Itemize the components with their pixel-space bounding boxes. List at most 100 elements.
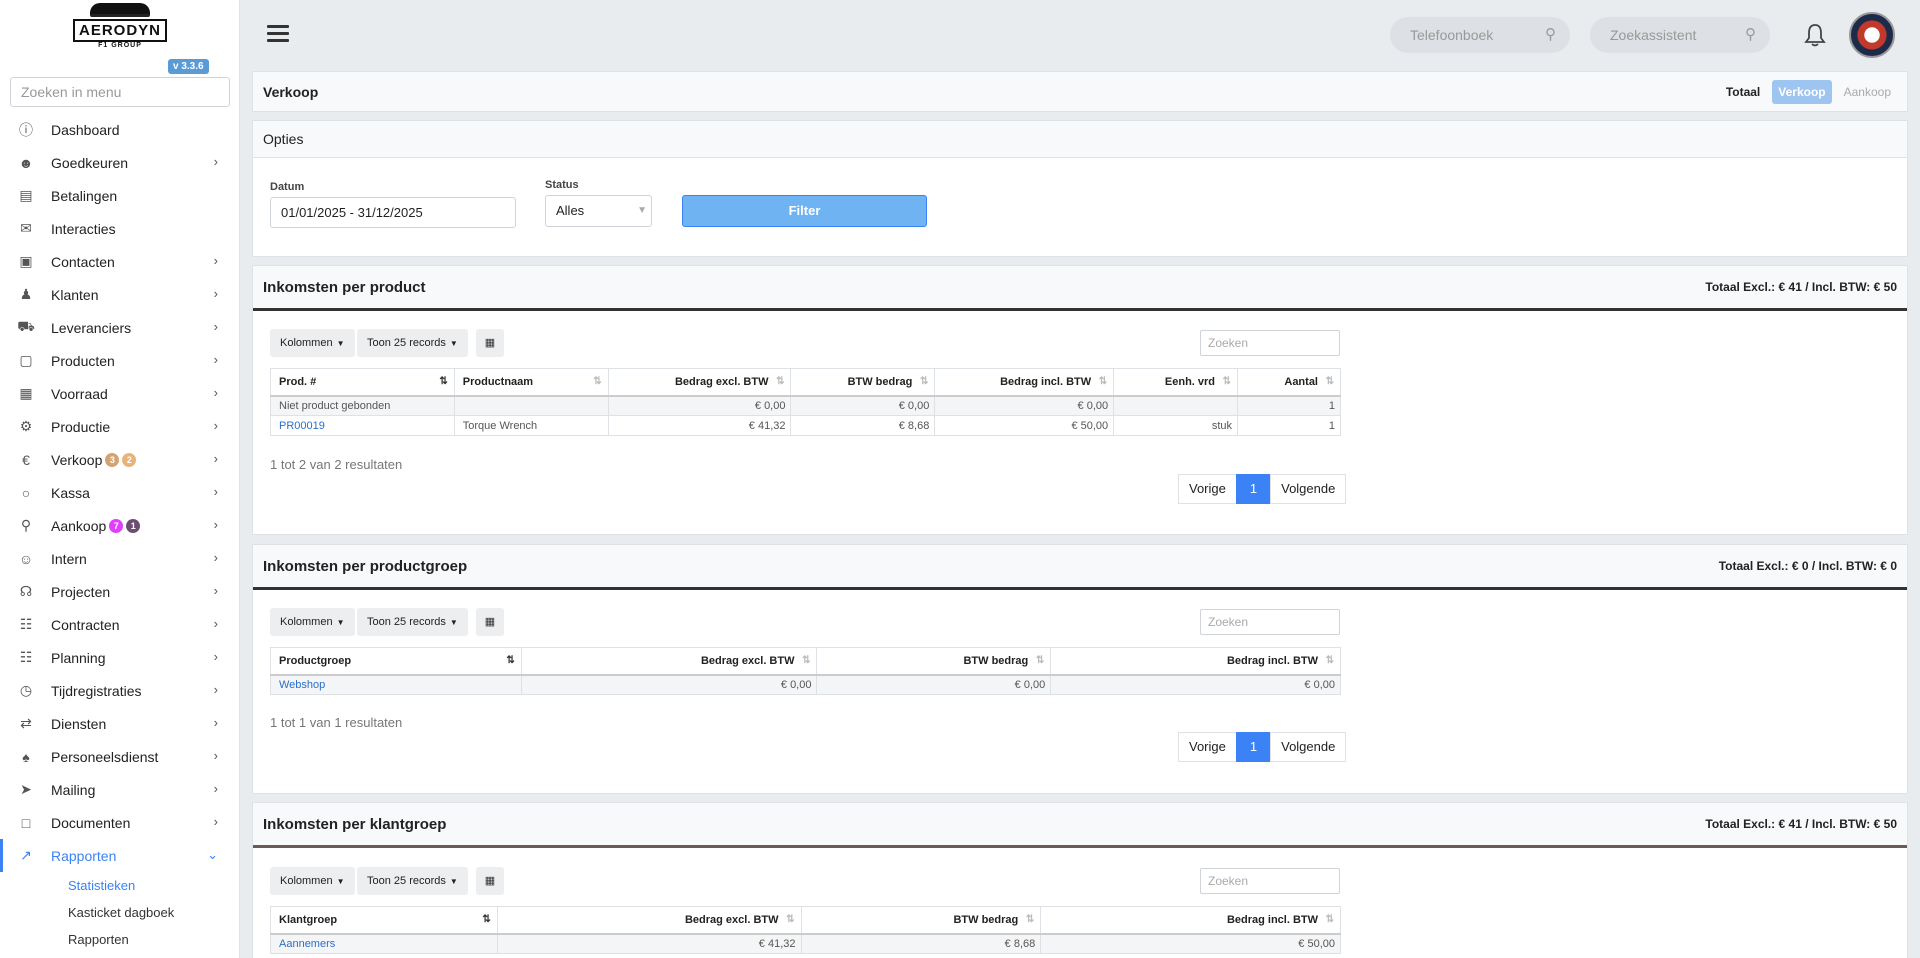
- col-header[interactable]: BTW bedrag ⇅: [790, 368, 936, 397]
- table-search-input[interactable]: Zoeken: [1200, 868, 1340, 894]
- user-avatar[interactable]: [1849, 12, 1895, 58]
- excel-export-icon[interactable]: ▦: [476, 329, 504, 357]
- tab-purchase[interactable]: Aankoop: [1838, 80, 1897, 104]
- page-1-button[interactable]: 1: [1235, 732, 1272, 762]
- euro-icon: €: [22, 451, 30, 468]
- sidebar-item-mailing[interactable]: ➤ Mailing ›: [0, 773, 239, 806]
- search-icon: ⚲: [1745, 26, 1756, 43]
- tab-sales[interactable]: Verkoop: [1772, 79, 1832, 104]
- chart-line-icon: ↗: [20, 847, 32, 863]
- col-header[interactable]: Bedrag excl. BTW ⇅: [520, 647, 818, 676]
- productgroup-link[interactable]: Webshop: [270, 674, 522, 695]
- sidebar-subitem[interactable]: Rapporten: [0, 926, 239, 953]
- col-header[interactable]: Aantal ⇅: [1237, 368, 1341, 397]
- bell-icon[interactable]: [1804, 23, 1826, 47]
- sidebar-item-klanten[interactable]: ♟ Klanten ›: [0, 278, 239, 311]
- sidebar-item-dashboard[interactable]: ⓘ Dashboard: [0, 113, 239, 146]
- sidebar-item-voorraad[interactable]: ▦ Voorraad ›: [0, 377, 239, 410]
- status-select[interactable]: Alles ▼: [545, 195, 652, 227]
- cell: € 8,68: [790, 415, 936, 436]
- sidebar-subitem[interactable]: Kasticket dagboek: [0, 899, 239, 926]
- table-search-input[interactable]: Zoeken: [1200, 330, 1340, 356]
- prev-page-button[interactable]: Vorige: [1178, 732, 1237, 762]
- chevron-right-icon: ›: [213, 418, 218, 433]
- results-count: 1 tot 2 van 2 resultaten: [270, 457, 403, 472]
- status-value: Alles: [556, 203, 585, 218]
- filter-button[interactable]: Filter: [682, 195, 927, 227]
- sidebar-item-intern[interactable]: ☺ Intern ›: [0, 542, 239, 575]
- prev-page-button[interactable]: Vorige: [1178, 474, 1237, 504]
- cell: € 50,00: [1040, 933, 1341, 954]
- customergroup-table: Klantgroep ⇅ Bedrag excl. BTW ⇅ BTW bedrag…: [270, 906, 1341, 954]
- chevron-down-icon: ▼: [637, 205, 647, 216]
- col-header[interactable]: Bedrag excl. BTW ⇅: [496, 906, 802, 935]
- next-page-button[interactable]: Volgende: [1270, 474, 1347, 504]
- col-header[interactable]: Bedrag excl. BTW ⇅: [607, 368, 792, 397]
- staff-icon: ♠: [22, 748, 30, 765]
- sidebar-item-contacten[interactable]: ▣ Contacten ›: [0, 245, 239, 278]
- col-header[interactable]: Bedrag incl. BTW ⇅: [934, 368, 1115, 397]
- project-icon: ☊: [19, 583, 33, 599]
- sidebar-item-betalingen[interactable]: ▤ Betalingen: [0, 179, 239, 212]
- cell: € 0,00: [934, 395, 1115, 416]
- col-header[interactable]: Productnaam ⇅: [453, 368, 609, 397]
- sidebar-item-contracten[interactable]: ☷ Contracten ›: [0, 608, 239, 641]
- tab-total[interactable]: Totaal: [1720, 80, 1766, 104]
- menu-search-input[interactable]: Zoeken in menu: [10, 77, 230, 107]
- product-link[interactable]: PR00019: [270, 415, 455, 436]
- menu-toggle-icon[interactable]: [267, 25, 289, 43]
- sidebar-item-goedkeuren[interactable]: ☻ Goedkeuren ›: [0, 146, 239, 179]
- col-header[interactable]: BTW bedrag ⇅: [800, 906, 1042, 935]
- sidebar-item-rapporten[interactable]: ↗ Rapporten ⌄: [0, 839, 239, 872]
- sidebar-item-leveranciers[interactable]: ⛟ Leveranciers ›: [0, 311, 239, 344]
- sidebar-item-diensten[interactable]: ⇄ Diensten ›: [0, 707, 239, 740]
- assistant-search[interactable]: Zoekassistent ⚲: [1590, 17, 1770, 53]
- page-size-button[interactable]: Toon 25 records ▼: [357, 608, 468, 636]
- sidebar-item-producten[interactable]: ▢ Producten ›: [0, 344, 239, 377]
- col-header[interactable]: Bedrag incl. BTW ⇅: [1050, 647, 1341, 676]
- chevron-right-icon: ›: [213, 550, 218, 565]
- sidebar-item-planning[interactable]: ☷ Planning ›: [0, 641, 239, 674]
- excel-export-icon[interactable]: ▦: [476, 867, 504, 895]
- next-page-button[interactable]: Volgende: [1270, 732, 1347, 762]
- timer-icon: ◷: [19, 682, 33, 698]
- col-header[interactable]: Prod. # ⇅: [270, 368, 455, 397]
- sidebar-item-label: Betalingen: [51, 187, 118, 204]
- sidebar-item-aankoop[interactable]: ⚲ Aankoop 7 1 ›: [0, 509, 239, 542]
- sidebar-item-interacties[interactable]: ✉ Interacties: [0, 212, 239, 245]
- page-size-button[interactable]: Toon 25 records ▼: [357, 329, 468, 357]
- sidebar-item-documenten[interactable]: □ Documenten ›: [0, 806, 239, 839]
- col-header[interactable]: Bedrag incl. BTW ⇅: [1040, 906, 1341, 935]
- sidebar-subitem[interactable]: Statistieken: [0, 872, 239, 899]
- product-table: Prod. # ⇅ Productnaam ⇅ Bedrag excl. BTW ⇅ …: [270, 368, 1341, 436]
- pagination: Vorige 1 Volgende: [1178, 474, 1347, 504]
- count-badge: 1: [126, 518, 141, 533]
- sidebar-item-projecten[interactable]: ☊ Projecten ›: [0, 575, 239, 608]
- columns-button[interactable]: Kolommen ▼: [270, 608, 355, 636]
- table-search-input[interactable]: Zoeken: [1200, 609, 1340, 635]
- sidebar-item-label: Documenten: [51, 814, 131, 831]
- cell: Torque Wrench: [453, 415, 609, 436]
- col-header[interactable]: BTW bedrag ⇅: [816, 647, 1052, 676]
- col-header[interactable]: Productgroep ⇅: [270, 647, 522, 676]
- page-size-button[interactable]: Toon 25 records ▼: [357, 867, 468, 895]
- sidebar-item-label: Producten: [51, 352, 115, 369]
- excel-export-icon[interactable]: ▦: [476, 608, 504, 636]
- phonebook-search[interactable]: Telefoonboek ⚲: [1390, 17, 1570, 53]
- sidebar-item-personeelsdienst[interactable]: ♠ Personeelsdienst ›: [0, 740, 239, 773]
- send-icon: ➤: [20, 781, 32, 797]
- col-header[interactable]: Klantgroep ⇅: [270, 906, 498, 935]
- chevron-right-icon: ›: [213, 616, 218, 631]
- sidebar-nav: ⓘ Dashboard ☻ Goedkeuren › ▤ Betalingen ✉ Intera…: [0, 113, 239, 953]
- customergroup-link[interactable]: Aannemers: [270, 933, 498, 954]
- col-header[interactable]: Eenh. vrd ⇅: [1113, 368, 1239, 397]
- sidebar-item-kassa[interactable]: ○ Kassa ›: [0, 476, 239, 509]
- columns-button[interactable]: Kolommen ▼: [270, 867, 355, 895]
- sidebar-item-verkoop[interactable]: € Verkoop 3 2 ›: [0, 443, 239, 476]
- sidebar-item-productie[interactable]: ⚙ Productie ›: [0, 410, 239, 443]
- page-1-button[interactable]: 1: [1235, 474, 1272, 504]
- logo[interactable]: AERODYN F1 GROUP v 3.3.6: [0, 0, 239, 76]
- columns-button[interactable]: Kolommen ▼: [270, 329, 355, 357]
- date-range-input[interactable]: 01/01/2025 - 31/12/2025: [270, 197, 516, 228]
- sidebar-item-tijdregistraties[interactable]: ◷ Tijdregistraties ›: [0, 674, 239, 707]
